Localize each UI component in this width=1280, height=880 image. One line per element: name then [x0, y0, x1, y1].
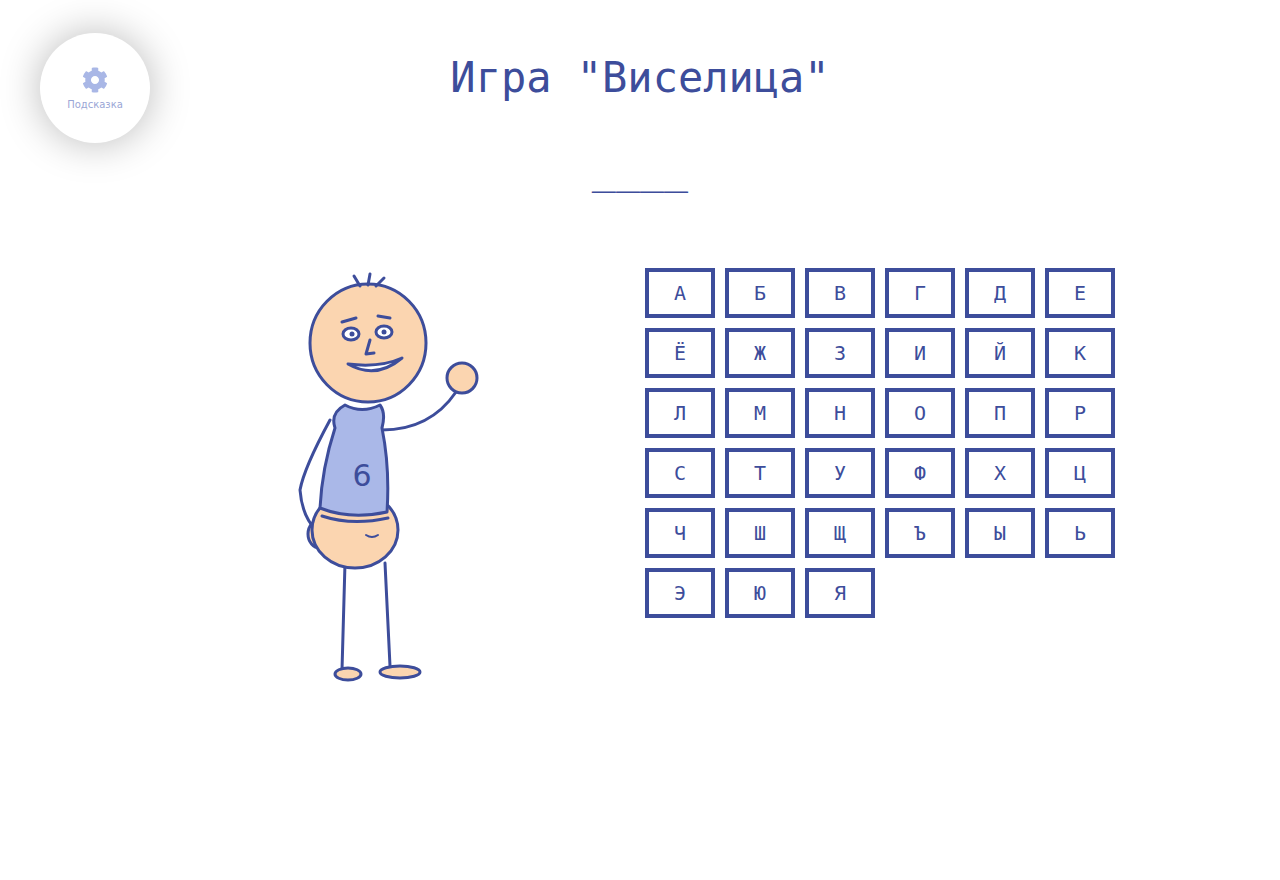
hint-button[interactable]: Подсказка — [40, 33, 150, 143]
letter-button[interactable]: О — [885, 388, 955, 438]
letter-button[interactable]: Ы — [965, 508, 1035, 558]
letter-button[interactable]: Г — [885, 268, 955, 318]
letter-button[interactable]: Ч — [645, 508, 715, 558]
letter-button[interactable]: Й — [965, 328, 1035, 378]
hangman-figure: 6 — [290, 268, 490, 688]
letter-button[interactable]: Ц — [1045, 448, 1115, 498]
gear-icon — [82, 67, 108, 93]
letter-button[interactable]: З — [805, 328, 875, 378]
letter-button[interactable]: П — [965, 388, 1035, 438]
letter-button[interactable]: Х — [965, 448, 1035, 498]
letter-button[interactable]: Ь — [1045, 508, 1115, 558]
hint-label: Подсказка — [67, 99, 123, 110]
letter-button[interactable]: Я — [805, 568, 875, 618]
letter-grid: АБВГДЕ ЁЖЗИЙК ЛМНОПР СТУФХЦ ЧШЩЪЫЬ ЭЮЯ — [645, 268, 1115, 618]
letter-button[interactable]: И — [885, 328, 955, 378]
word-display: ____ — [0, 145, 1280, 193]
letter-button[interactable]: Т — [725, 448, 795, 498]
letter-button[interactable]: Ж — [725, 328, 795, 378]
letter-button[interactable]: Ё — [645, 328, 715, 378]
letter-button[interactable]: В — [805, 268, 875, 318]
letter-button[interactable]: Э — [645, 568, 715, 618]
letter-button[interactable]: Р — [1045, 388, 1115, 438]
letter-button[interactable]: У — [805, 448, 875, 498]
letter-button[interactable]: Е — [1045, 268, 1115, 318]
letter-button[interactable]: Б — [725, 268, 795, 318]
letter-button[interactable]: Н — [805, 388, 875, 438]
shirt-number: 6 — [352, 458, 371, 493]
letter-button[interactable]: Ю — [725, 568, 795, 618]
game-title: Игра "Виселица" — [0, 50, 1280, 106]
letter-button[interactable]: С — [645, 448, 715, 498]
letter-button[interactable]: Ф — [885, 448, 955, 498]
letter-button[interactable]: А — [645, 268, 715, 318]
letter-button[interactable]: Ъ — [885, 508, 955, 558]
letter-button[interactable]: Л — [645, 388, 715, 438]
game-area: 6 АБВГДЕ ЁЖЗИЙК ЛМНОПР СТУФХЦ ЧШЩЪЫЬ ЭЮЯ — [0, 268, 1280, 688]
letter-button[interactable]: Д — [965, 268, 1035, 318]
letter-button[interactable]: Ш — [725, 508, 795, 558]
letter-button[interactable]: К — [1045, 328, 1115, 378]
hangman-page: ПодсказкаИгра "Виселица" ____ 6 АБВГДЕ ЁЖЗИЙ… — [0, 0, 1280, 880]
letter-button[interactable]: Щ — [805, 508, 875, 558]
letter-button[interactable]: М — [725, 388, 795, 438]
